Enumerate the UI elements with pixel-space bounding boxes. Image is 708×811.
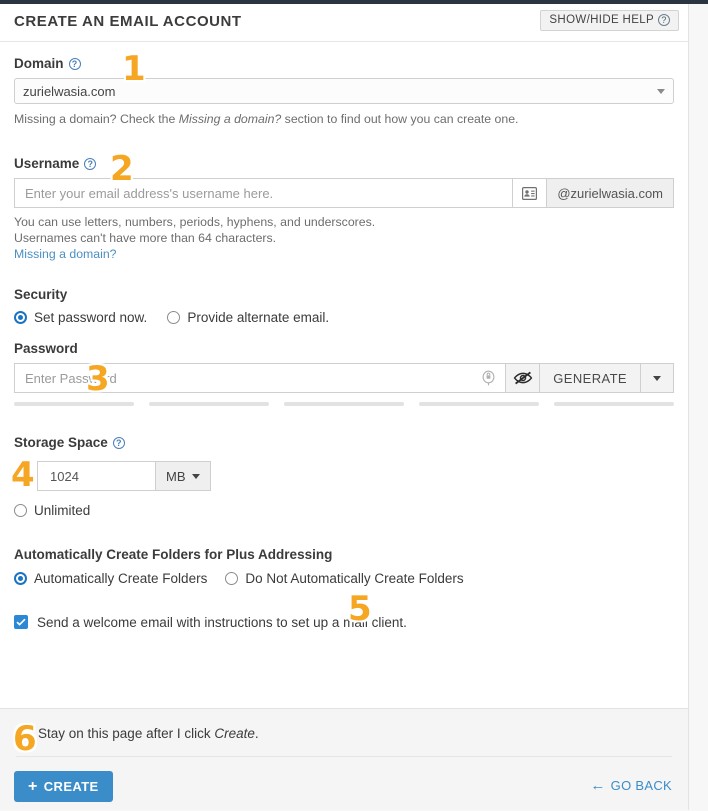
radio-indicator	[225, 572, 239, 585]
radio-label: Do Not Automatically Create Folders	[245, 571, 464, 586]
show-hide-help-button[interactable]: SHOW/HIDE HELP ?	[540, 10, 679, 31]
password-input-row: Enter Password GENERATE	[14, 363, 674, 393]
security-label: Security	[14, 287, 68, 302]
username-help-icon[interactable]: ?	[84, 157, 97, 170]
storage-fixed-row: 1024 MB	[14, 461, 674, 491]
username-placeholder: Enter your email address's username here…	[25, 185, 274, 201]
chevron-down-icon	[657, 89, 665, 94]
username-domain-addon: @zurielwasia.com	[546, 178, 674, 208]
checkbox-stay-on-page[interactable]: Stay on this page after I click Create.	[16, 726, 259, 741]
username-label: Username	[14, 156, 80, 171]
storage-unit-dropdown[interactable]: MB	[155, 461, 211, 491]
email-account-creation-page: CREATE AN EMAIL ACCOUNT SHOW/HIDE HELP ?…	[0, 0, 708, 811]
checkbox-indicator	[16, 726, 30, 741]
radio-indicator	[14, 572, 27, 585]
go-back-label: GO BACK	[610, 778, 672, 793]
radio-provide-alternate-email[interactable]: Provide alternate email.	[167, 310, 329, 325]
strength-segment	[284, 402, 404, 406]
create-button-label: CREATE	[43, 779, 99, 794]
storage-unit-label: MB	[166, 468, 186, 484]
domain-label: Domain	[14, 56, 64, 71]
checkbox-send-welcome-email[interactable]: Send a welcome email with instructions t…	[14, 615, 407, 630]
stay-label-before: Stay on this page after I click	[38, 726, 215, 741]
storage-help-icon[interactable]: ?	[112, 436, 125, 449]
stay-label-after: .	[254, 726, 259, 741]
username-input[interactable]: Enter your email address's username here…	[14, 178, 513, 208]
radio-label: Automatically Create Folders	[34, 571, 208, 586]
radio-label: Provide alternate email.	[187, 310, 330, 325]
radio-storage-fixed[interactable]	[14, 469, 27, 483]
password-lock-icon	[481, 370, 496, 389]
checkbox-label: Send a welcome email with instructions t…	[37, 614, 407, 630]
panel-header: CREATE AN EMAIL ACCOUNT SHOW/HIDE HELP ?	[0, 4, 688, 42]
footer-divider	[16, 756, 672, 757]
domain-hint: Missing a domain? Check the Missing a do…	[14, 111, 674, 127]
username-hint-2: Usernames can't have more than 64 charac…	[14, 231, 277, 245]
domain-hint-italic: Missing a domain?	[178, 112, 282, 126]
generate-password-button[interactable]: GENERATE	[539, 363, 640, 393]
strength-segment	[14, 402, 134, 406]
checkbox-indicator	[14, 615, 28, 629]
domain-help-icon[interactable]: ?	[68, 57, 81, 70]
password-strength-meter	[14, 402, 674, 406]
panel-body: Domain ? zurielwasia.com Missing a domai…	[0, 42, 688, 742]
radio-indicator	[167, 311, 181, 324]
eye-slash-icon	[513, 371, 533, 385]
radio-set-password-now[interactable]: Set password now.	[14, 310, 147, 325]
chevron-down-icon	[191, 473, 200, 479]
domain-hint-after: section to find out how you can create o…	[281, 112, 519, 126]
storage-label-row: Storage Space ?	[14, 435, 674, 450]
chevron-down-icon	[653, 376, 661, 381]
create-button[interactable]: + CREATE	[14, 771, 113, 802]
security-options: Set password now. Provide alternate emai…	[14, 310, 674, 325]
domain-select[interactable]: zurielwasia.com	[14, 78, 674, 104]
stay-on-page-label: Stay on this page after I click Create.	[38, 726, 259, 741]
plus-icon: +	[28, 777, 38, 795]
storage-value-input[interactable]: 1024	[37, 461, 155, 491]
checkmark-icon	[16, 618, 26, 626]
domain-selected-value: zurielwasia.com	[23, 83, 116, 99]
generate-options-dropdown[interactable]	[640, 363, 674, 393]
password-label: Password	[14, 341, 78, 356]
storage-label: Storage Space	[14, 435, 108, 450]
show-hide-help-label: SHOW/HIDE HELP	[549, 14, 654, 26]
radio-storage-unlimited[interactable]: Unlimited	[14, 503, 90, 518]
toggle-password-visibility-button[interactable]	[505, 363, 540, 393]
plus-addressing-label: Automatically Create Folders for Plus Ad…	[14, 547, 333, 562]
radio-do-not-auto-create-folders[interactable]: Do Not Automatically Create Folders	[225, 571, 464, 586]
username-label-row: Username ?	[14, 156, 674, 171]
question-mark-icon: ?	[658, 14, 670, 26]
panel-footer: Stay on this page after I click Create. …	[0, 708, 688, 810]
plus-addressing-options: Automatically Create Folders Do Not Auto…	[14, 571, 674, 586]
radio-indicator	[14, 311, 27, 324]
go-back-link[interactable]: ← GO BACK	[590, 778, 672, 793]
storage-value-group: 1024 MB	[37, 461, 211, 491]
radio-label: Set password now.	[34, 310, 148, 325]
strength-segment	[149, 402, 269, 406]
create-email-account-panel: CREATE AN EMAIL ACCOUNT SHOW/HIDE HELP ?…	[0, 4, 689, 810]
contacts-picker-button[interactable]	[512, 178, 547, 208]
arrow-left-icon: ←	[590, 777, 606, 794]
page-title: CREATE AN EMAIL ACCOUNT	[14, 13, 242, 30]
strength-segment	[554, 402, 674, 406]
username-input-row: Enter your email address's username here…	[14, 178, 674, 208]
strength-segment	[419, 402, 539, 406]
domain-label-row: Domain ?	[14, 56, 674, 71]
radio-indicator	[14, 504, 27, 517]
contact-card-icon	[522, 186, 538, 200]
domain-hint-before: Missing a domain? Check the	[14, 112, 179, 126]
username-hint-1: You can use letters, numbers, periods, h…	[14, 215, 376, 229]
radio-auto-create-folders[interactable]: Automatically Create Folders	[14, 571, 207, 586]
password-placeholder: Enter Password	[25, 370, 117, 386]
radio-label: Unlimited	[34, 503, 91, 518]
password-input[interactable]: Enter Password	[14, 363, 506, 393]
stay-label-italic: Create	[214, 726, 255, 741]
missing-a-domain-link[interactable]: Missing a domain?	[14, 247, 117, 261]
